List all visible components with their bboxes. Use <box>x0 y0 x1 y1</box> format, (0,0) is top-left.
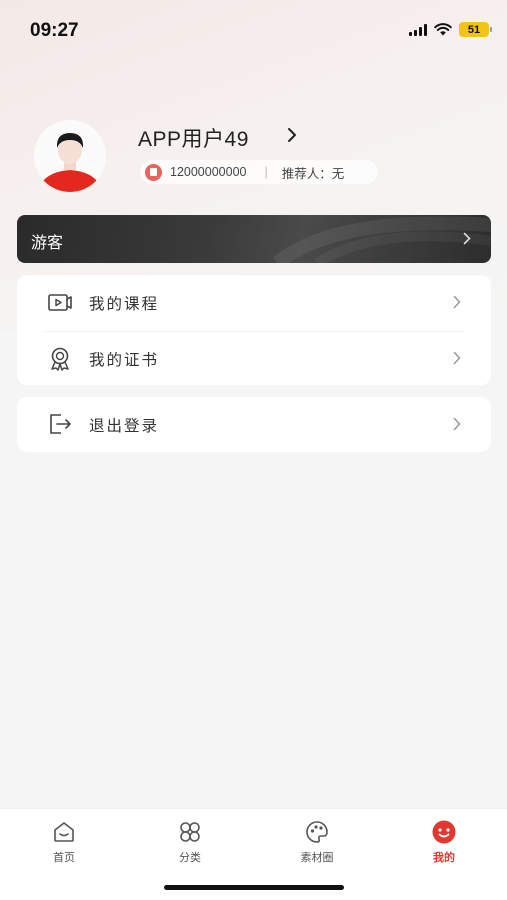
chevron-right-icon <box>453 295 461 309</box>
referrer-text: 推荐人：无 <box>281 166 345 181</box>
chevron-right-icon <box>453 351 461 365</box>
phone-icon <box>145 163 162 181</box>
category-icon <box>180 822 200 842</box>
tab-label: 分类 <box>179 851 201 864</box>
palette-icon <box>306 821 328 843</box>
status-bar: 09:27 51 <box>0 0 507 60</box>
video-icon <box>48 294 72 311</box>
tab-label: 我的 <box>433 851 455 864</box>
signal-icon <box>409 23 427 36</box>
tab-home[interactable]: 首页 <box>19 819 109 865</box>
chevron-right-icon[interactable] <box>287 127 297 143</box>
wave-decoration <box>272 216 491 263</box>
menu-item-label: 退出登录 <box>89 417 160 435</box>
pill-divider: | <box>264 165 268 179</box>
status-time: 09:27 <box>30 20 79 41</box>
avatar[interactable] <box>30 120 110 192</box>
battery-icon: 51 <box>459 22 492 37</box>
tab-label: 首页 <box>53 851 75 864</box>
guest-label: 游客 <box>31 233 64 252</box>
chevron-right-icon <box>453 417 461 431</box>
profile-section[interactable]: APP用户49 12000000000 | 推荐人：无 <box>0 115 507 195</box>
status-indicators: 51 <box>409 22 492 37</box>
menu-item-my-courses[interactable]: 我的课程 <box>17 275 491 332</box>
logout-icon <box>50 414 71 434</box>
phone-number: 12000000000 <box>170 165 247 179</box>
menu-card-logout: 退出登录 <box>17 397 491 452</box>
user-name[interactable]: APP用户49 <box>138 123 249 153</box>
chevron-right-icon <box>463 232 471 245</box>
menu-card-main: 我的课程 我的证书 <box>17 275 491 385</box>
tab-mine[interactable]: 我的 <box>399 819 489 865</box>
menu-item-logout[interactable]: 退出登录 <box>17 397 491 453</box>
certificate-icon <box>51 347 69 371</box>
menu-item-label: 我的证书 <box>89 351 160 369</box>
home-indicator <box>164 885 344 890</box>
wifi-icon <box>434 23 452 36</box>
user-info-pill: 12000000000 | 推荐人：无 <box>140 160 378 184</box>
menu-item-label: 我的课程 <box>89 295 160 313</box>
tab-category[interactable]: 分类 <box>145 819 235 865</box>
tab-label: 素材圈 <box>300 851 334 864</box>
home-icon <box>54 822 74 842</box>
tab-material-circle[interactable]: 素材圈 <box>272 819 362 865</box>
smile-icon <box>432 820 456 844</box>
guest-membership-bar[interactable]: 游客 <box>17 215 491 263</box>
menu-item-my-certificates[interactable]: 我的证书 <box>17 331 491 387</box>
